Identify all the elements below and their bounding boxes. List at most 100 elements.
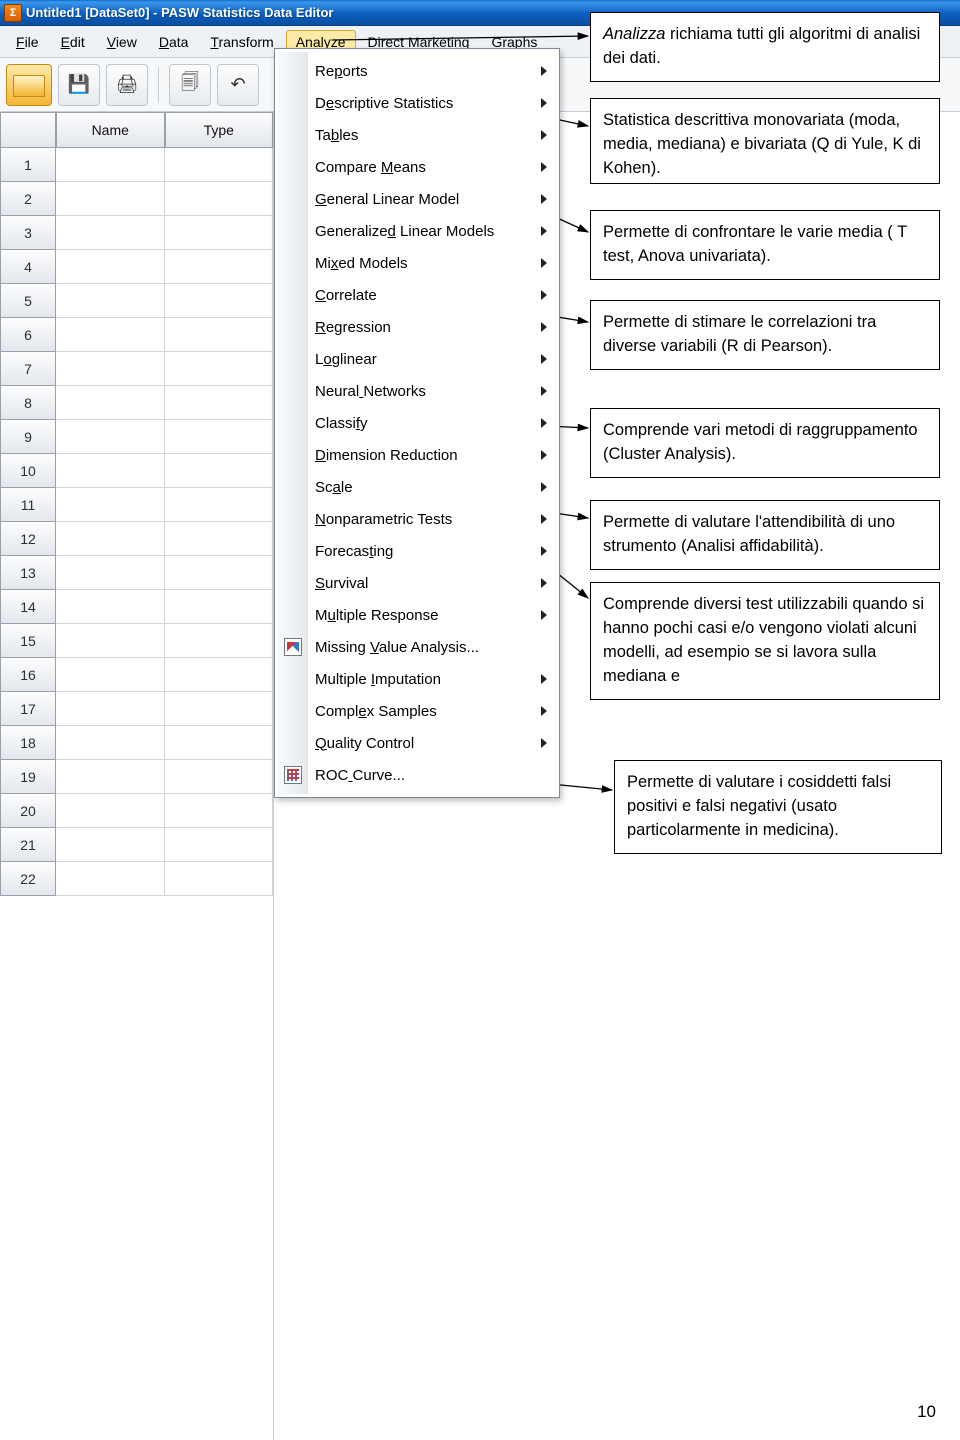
data-cell[interactable] [56,148,165,182]
data-cell[interactable] [56,726,165,760]
data-cell[interactable] [165,658,274,692]
menu-item-tables[interactable]: Tables [277,119,557,151]
column-header-type[interactable]: Type [165,112,274,148]
data-cell[interactable] [56,420,165,454]
data-cell[interactable] [165,284,274,318]
row-number[interactable]: 10 [0,454,56,488]
data-cell[interactable] [56,794,165,828]
data-cell[interactable] [56,590,165,624]
menu-item-regression[interactable]: Regression [277,311,557,343]
row-number[interactable]: 22 [0,862,56,896]
data-cell[interactable] [165,318,274,352]
row-number[interactable]: 20 [0,794,56,828]
data-cell[interactable] [56,522,165,556]
menu-item-survival[interactable]: Survival [277,567,557,599]
data-cell[interactable] [165,250,274,284]
data-cell[interactable] [56,760,165,794]
row-number[interactable]: 15 [0,624,56,658]
data-cell[interactable] [165,148,274,182]
menu-view[interactable]: View [97,30,147,54]
data-cell[interactable] [56,624,165,658]
row-number[interactable]: 18 [0,726,56,760]
data-cell[interactable] [56,658,165,692]
menu-item-complex-samples[interactable]: Complex Samples [277,695,557,727]
data-cell[interactable] [165,556,274,590]
menu-item-missing-value-analysis[interactable]: Missing Value Analysis... [277,631,557,663]
row-number[interactable]: 1 [0,148,56,182]
data-cell[interactable] [165,522,274,556]
data-cell[interactable] [165,182,274,216]
menu-item-quality-control[interactable]: Quality Control [277,727,557,759]
data-cell[interactable] [165,352,274,386]
data-cell[interactable] [56,828,165,862]
data-cell[interactable] [56,284,165,318]
row-number[interactable]: 6 [0,318,56,352]
undo-button[interactable]: ↶ [217,64,259,106]
menu-item-general-linear-model[interactable]: General Linear Model [277,183,557,215]
menu-item-reports[interactable]: Reports [277,55,557,87]
data-cell[interactable] [165,862,274,896]
row-header-blank[interactable] [0,112,56,148]
data-cell[interactable] [165,454,274,488]
row-number[interactable]: 11 [0,488,56,522]
menu-item-multiple-imputation[interactable]: Multiple Imputation [277,663,557,695]
data-cell[interactable] [165,216,274,250]
data-cell[interactable] [165,692,274,726]
data-cell[interactable] [56,862,165,896]
row-number[interactable]: 19 [0,760,56,794]
menu-item-neural-networks[interactable]: Neural Networks [277,375,557,407]
menu-transform[interactable]: Transform [200,30,283,54]
row-number[interactable]: 8 [0,386,56,420]
menu-item-correlate[interactable]: Correlate [277,279,557,311]
data-cell[interactable] [56,352,165,386]
row-number[interactable]: 3 [0,216,56,250]
data-cell[interactable] [165,726,274,760]
menu-item-mixed-models[interactable]: Mixed Models [277,247,557,279]
menu-item-dimension-reduction[interactable]: Dimension Reduction [277,439,557,471]
data-cell[interactable] [56,556,165,590]
data-cell[interactable] [56,318,165,352]
menu-item-forecasting[interactable]: Forecasting [277,535,557,567]
recall-dialog-button[interactable]: 🗐 [169,64,211,106]
data-cell[interactable] [56,386,165,420]
data-cell[interactable] [56,182,165,216]
data-cell[interactable] [165,760,274,794]
data-cell[interactable] [56,454,165,488]
menu-edit[interactable]: Edit [51,30,95,54]
data-cell[interactable] [56,250,165,284]
open-file-button[interactable] [6,64,52,106]
row-number[interactable]: 17 [0,692,56,726]
menu-data[interactable]: Data [149,30,199,54]
row-number[interactable]: 2 [0,182,56,216]
data-cell[interactable] [165,624,274,658]
menu-item-roc-curve[interactable]: ROC Curve... [277,759,557,791]
data-cell[interactable] [165,386,274,420]
row-number[interactable]: 4 [0,250,56,284]
data-cell[interactable] [56,488,165,522]
data-cell[interactable] [165,794,274,828]
row-number[interactable]: 21 [0,828,56,862]
data-cell[interactable] [56,692,165,726]
menu-item-classify[interactable]: Classify [277,407,557,439]
row-number[interactable]: 14 [0,590,56,624]
print-button[interactable]: 🖨 [106,64,148,106]
row-number[interactable]: 12 [0,522,56,556]
menu-file[interactable]: File [6,30,49,54]
row-number[interactable]: 9 [0,420,56,454]
save-button[interactable]: 💾 [58,64,100,106]
menu-item-scale[interactable]: Scale [277,471,557,503]
menu-item-loglinear[interactable]: Loglinear [277,343,557,375]
row-number[interactable]: 13 [0,556,56,590]
menu-item-generalized-linear-models[interactable]: Generalized Linear Models [277,215,557,247]
data-cell[interactable] [56,216,165,250]
data-cell[interactable] [165,488,274,522]
menu-item-descriptive-statistics[interactable]: Descriptive Statistics [277,87,557,119]
row-number[interactable]: 7 [0,352,56,386]
data-cell[interactable] [165,828,274,862]
data-cell[interactable] [165,590,274,624]
column-header-name[interactable]: Name [56,112,165,148]
data-cell[interactable] [165,420,274,454]
menu-item-compare-means[interactable]: Compare Means [277,151,557,183]
menu-item-nonparametric-tests[interactable]: Nonparametric Tests [277,503,557,535]
row-number[interactable]: 16 [0,658,56,692]
